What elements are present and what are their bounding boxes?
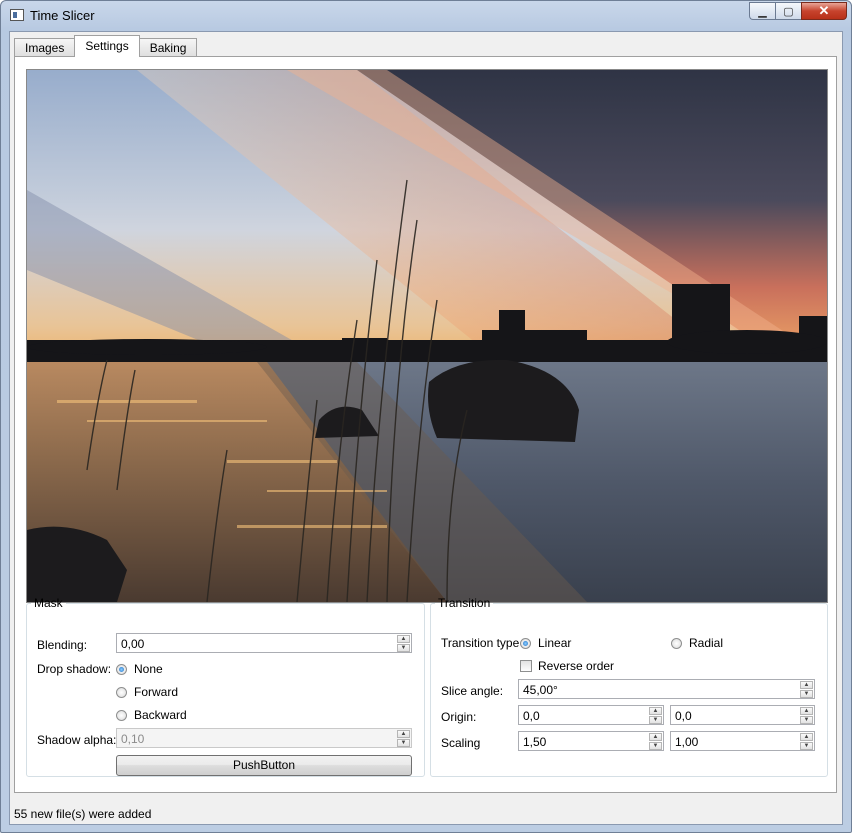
transition-radial-radio[interactable]: Radial [671, 636, 723, 650]
transition-radial-label: Radial [689, 636, 724, 650]
spin-down-icon[interactable]: ▼ [800, 690, 813, 698]
shadow-alpha-label: Shadow alpha: [37, 733, 117, 747]
slice-angle-spinbox[interactable]: 45,00° ▲ ▼ [518, 679, 815, 699]
tab-images[interactable]: Images [14, 38, 76, 57]
close-icon: ✕ [818, 3, 830, 18]
time-slice-preview [26, 69, 828, 603]
shadow-alpha-spinbox: 0,10 ▲ ▼ [116, 728, 412, 748]
spin-up-icon[interactable]: ▲ [649, 733, 662, 741]
minimize-button[interactable]: ▁ [749, 2, 775, 20]
radio-checked-icon [520, 637, 531, 649]
blending-spinbox[interactable]: 0,00 ▲ ▼ [116, 633, 412, 653]
transition-linear-label: Linear [538, 636, 572, 650]
drop-shadow-label: Drop shadow: [37, 662, 112, 676]
origin-x-spinbox[interactable]: 0,0 ▲ ▼ [518, 705, 664, 725]
window-title: Time Slicer [30, 8, 95, 23]
spin-down-icon[interactable]: ▼ [800, 742, 813, 750]
title-bar[interactable]: Time Slicer ▁ ▢ ✕ [1, 1, 851, 31]
slice-angle-value: 45,00° [523, 683, 558, 697]
transition-type-label: Transition type [441, 636, 520, 650]
slice-angle-label: Slice angle: [441, 684, 504, 698]
minimize-icon: ▁ [758, 5, 767, 18]
origin-y-value: 0,0 [675, 709, 692, 723]
settings-pane: Mask Blending: 0,00 ▲ ▼ Drop shadow: None… [14, 56, 837, 793]
transition-group-title: Transition [438, 596, 491, 610]
origin-x-value: 0,0 [523, 709, 540, 723]
scaling-label: Scaling [441, 736, 481, 750]
spin-up-icon[interactable]: ▲ [800, 707, 813, 715]
spin-down-icon[interactable]: ▼ [397, 644, 410, 652]
reverse-order-label: Reverse order [538, 659, 615, 673]
radio-unchecked-icon [116, 709, 127, 721]
checkbox-unchecked-icon [520, 660, 532, 672]
radio-checked-icon [116, 663, 127, 675]
mask-group: Mask [26, 596, 425, 777]
drop-shadow-backward-radio[interactable]: Backward [116, 708, 187, 722]
scaling-y-spinbox[interactable]: 1,00 ▲ ▼ [670, 731, 815, 751]
radio-unchecked-icon [116, 686, 127, 698]
scaling-x-spinbox[interactable]: 1,50 ▲ ▼ [518, 731, 664, 751]
tab-bar: Images Settings Baking [14, 35, 198, 57]
spin-down-icon[interactable]: ▼ [649, 716, 662, 724]
spin-down-icon: ▼ [397, 739, 410, 747]
drop-shadow-none-radio[interactable]: None [116, 662, 163, 676]
drop-shadow-forward-radio[interactable]: Forward [116, 685, 178, 699]
blending-label: Blending: [37, 638, 88, 652]
push-button[interactable]: PushButton [116, 755, 412, 776]
maximize-button[interactable]: ▢ [775, 2, 801, 20]
preview-image [27, 70, 827, 602]
status-bar: 55 new file(s) were added [10, 802, 842, 824]
scaling-x-value: 1,50 [523, 735, 547, 749]
scaling-y-value: 1,00 [675, 735, 699, 749]
app-icon [10, 9, 24, 21]
spin-down-icon[interactable]: ▼ [800, 716, 813, 724]
radio-unchecked-icon [671, 637, 682, 649]
drop-shadow-forward-label: Forward [134, 685, 179, 699]
blending-value: 0,00 [121, 637, 145, 651]
shadow-alpha-value: 0,10 [121, 732, 145, 746]
reverse-order-checkbox[interactable]: Reverse order [520, 659, 614, 673]
origin-y-spinbox[interactable]: 0,0 ▲ ▼ [670, 705, 815, 725]
spin-up-icon[interactable]: ▲ [397, 635, 410, 643]
tab-settings[interactable]: Settings [74, 35, 140, 57]
caption-buttons: ▁ ▢ ✕ [749, 2, 847, 22]
spin-up-icon[interactable]: ▲ [649, 707, 662, 715]
drop-shadow-backward-label: Backward [134, 708, 187, 722]
mask-group-title: Mask [34, 596, 63, 610]
spin-up-icon: ▲ [397, 730, 410, 738]
origin-label: Origin: [441, 710, 477, 724]
maximize-icon: ▢ [783, 5, 794, 18]
status-message: 55 new file(s) were added [14, 807, 152, 821]
drop-shadow-none-label: None [134, 662, 163, 676]
spin-down-icon[interactable]: ▼ [649, 742, 662, 750]
spin-up-icon[interactable]: ▲ [800, 733, 813, 741]
transition-linear-radio[interactable]: Linear [520, 636, 571, 650]
tab-baking[interactable]: Baking [138, 38, 198, 57]
close-button[interactable]: ✕ [801, 2, 847, 20]
app-window: Time Slicer ▁ ▢ ✕ Images Settings Baking [0, 0, 852, 833]
spin-up-icon[interactable]: ▲ [800, 681, 813, 689]
client-area: Images Settings Baking Mask Blending: 0,… [9, 31, 843, 825]
